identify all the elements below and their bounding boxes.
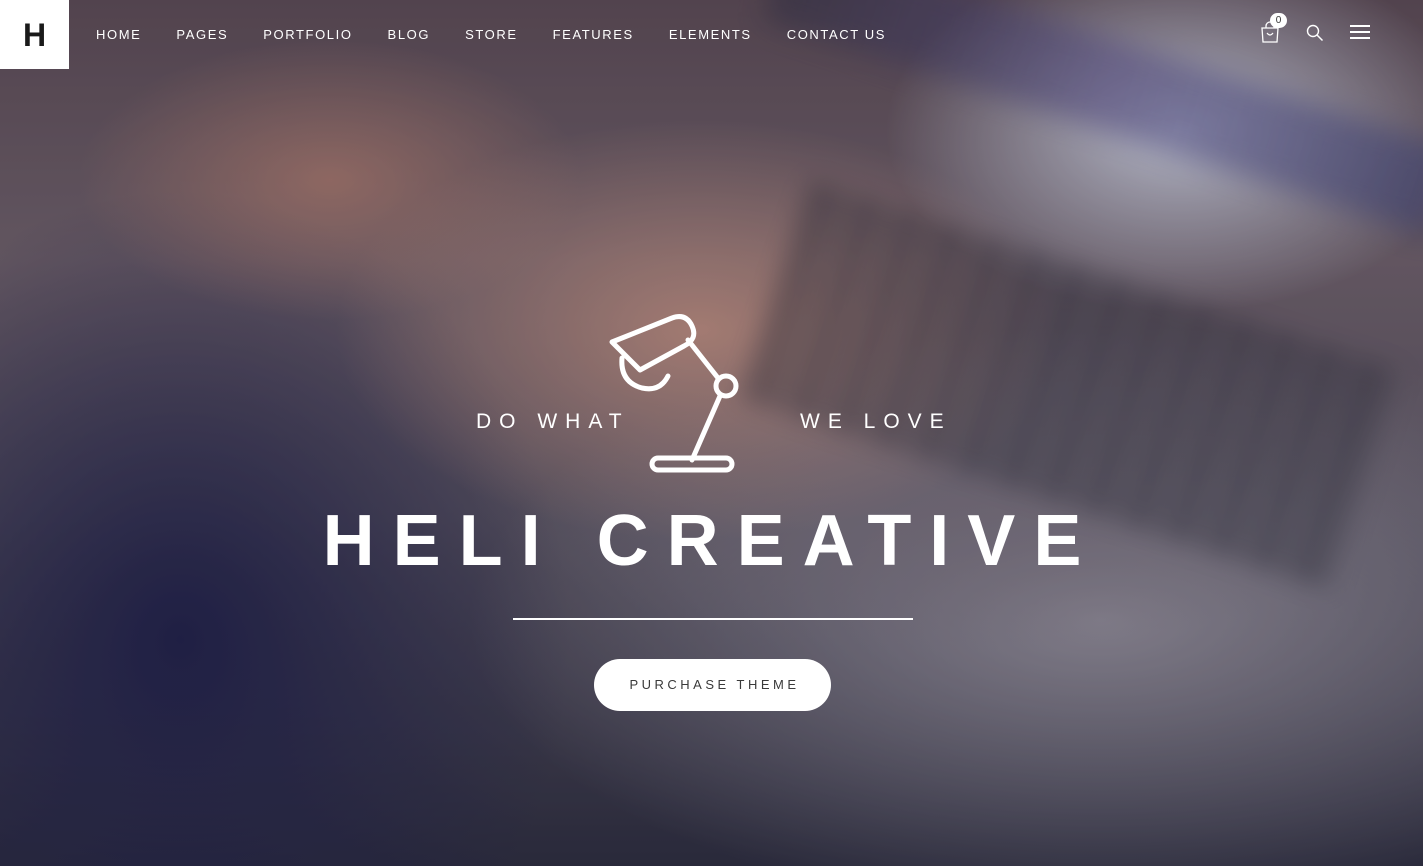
- nav-portfolio[interactable]: PORTFOLIO: [263, 26, 352, 44]
- site-logo[interactable]: H: [0, 0, 69, 69]
- nav-blog[interactable]: BLOG: [388, 26, 431, 44]
- nav-home[interactable]: HOME: [96, 26, 141, 44]
- nav-pages[interactable]: PAGES: [176, 26, 228, 44]
- hamburger-menu-icon: [1350, 25, 1370, 39]
- nav-contact-us[interactable]: CONTACT US: [787, 26, 886, 44]
- tagline-right: WE LOVE: [800, 410, 952, 433]
- side-menu-button[interactable]: [1349, 24, 1371, 40]
- main-nav: HOME PAGES PORTFOLIO BLOG STORE FEATURES…: [96, 26, 886, 44]
- logo-letter: H: [22, 16, 47, 53]
- nav-store[interactable]: STORE: [465, 26, 518, 44]
- hero-title: HELI CREATIVE: [322, 501, 1100, 581]
- purchase-theme-button[interactable]: PURCHASE THEME: [594, 659, 831, 711]
- cart-count-badge: 0: [1270, 13, 1287, 28]
- desk-lamp-icon: [609, 314, 739, 473]
- hero-divider: [513, 618, 913, 620]
- search-icon: [1306, 24, 1324, 42]
- search-button[interactable]: [1306, 24, 1324, 42]
- nav-elements[interactable]: ELEMENTS: [669, 26, 752, 44]
- nav-features[interactable]: FEATURES: [553, 26, 634, 44]
